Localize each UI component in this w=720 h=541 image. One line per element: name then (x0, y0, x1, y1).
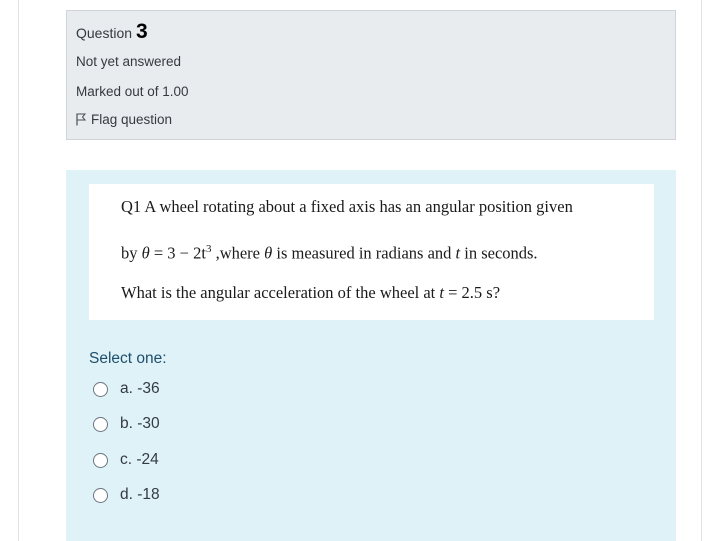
radio-button[interactable] (93, 416, 108, 432)
flag-question-label: Flag question (91, 112, 173, 127)
answer-option-d[interactable]: d. -18 (93, 486, 160, 504)
question-info-box: Question 3 Not yet answered Marked out of… (66, 10, 676, 140)
question-number: 3 (136, 20, 148, 43)
radio-button[interactable] (93, 452, 108, 468)
answer-option-b[interactable]: b. -30 (93, 415, 160, 433)
radio-button[interactable] (93, 381, 108, 397)
question-state: Not yet answered (76, 54, 182, 69)
answer-option-c[interactable]: c. -24 (93, 451, 159, 469)
option-label: c. -24 (120, 451, 159, 468)
question-content: Q1 A wheel rotating about a fixed axis h… (66, 170, 676, 541)
question-label: Question (76, 25, 133, 41)
question-grade: Marked out of 1.00 (76, 84, 189, 99)
option-label: a. -36 (120, 380, 160, 397)
question-line-1: Q1 A wheel rotating about a fixed axis h… (121, 197, 573, 216)
flag-icon (76, 113, 87, 126)
question-text-card: Q1 A wheel rotating about a fixed axis h… (89, 184, 654, 320)
select-one-label: Select one: (89, 350, 167, 367)
question-heading: Question 3 (76, 20, 148, 44)
question-line-2: by θ = 3 − 2t3 ,where θ is measured in r… (121, 243, 538, 263)
question-line-3: What is the angular acceleration of the … (121, 283, 501, 302)
answer-option-a[interactable]: a. -36 (93, 380, 160, 398)
flag-question-link[interactable]: Flag question (76, 112, 172, 127)
radio-button[interactable] (93, 487, 108, 503)
option-label: d. -18 (120, 486, 160, 503)
option-label: b. -30 (120, 415, 160, 432)
